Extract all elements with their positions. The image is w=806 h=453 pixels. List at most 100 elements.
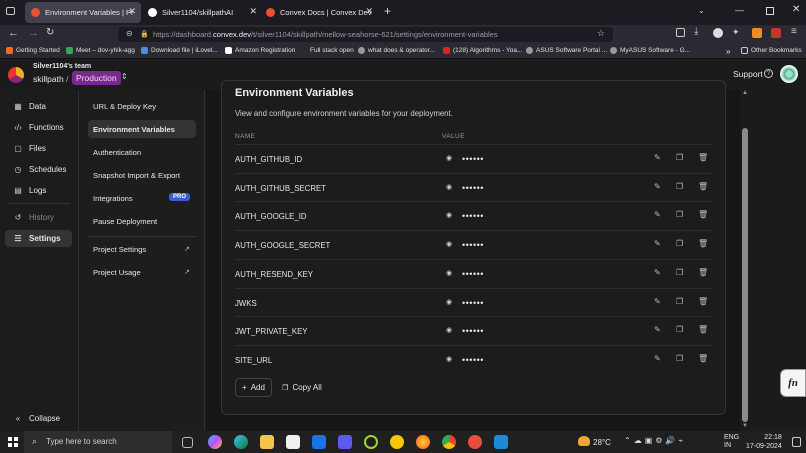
tab-overflow-chevron-icon[interactable]: ⌄ xyxy=(698,6,705,15)
edit-pencil-icon[interactable]: ✎ xyxy=(654,182,661,191)
delete-trash-icon[interactable]: 🗑 xyxy=(698,182,708,191)
edit-pencil-icon[interactable]: ✎ xyxy=(654,210,661,219)
show-value-eye-icon[interactable]: ◉ xyxy=(446,211,452,219)
show-value-eye-icon[interactable]: ◉ xyxy=(446,355,452,363)
show-value-eye-icon[interactable]: ◉ xyxy=(446,269,452,277)
weather-temp[interactable]: 28°C xyxy=(593,438,611,447)
url-bar[interactable]: ⊝ 🔒 https://dashboard. convex.dev/t/silve… xyxy=(118,27,613,42)
show-value-eye-icon[interactable]: ◉ xyxy=(446,154,452,162)
help-circle-icon[interactable]: ? xyxy=(764,69,773,78)
convex-logo-icon[interactable] xyxy=(8,67,24,83)
bookmark-star-icon[interactable]: ☆ xyxy=(597,28,605,39)
bookmark-amazon[interactable]: Amazon Registration xyxy=(225,47,295,54)
minimize-window-icon[interactable]: — xyxy=(735,5,744,15)
pen-app-icon[interactable] xyxy=(338,435,352,449)
edit-pencil-icon[interactable]: ✎ xyxy=(654,239,661,248)
sidebar-item-logs[interactable]: ▤ Logs xyxy=(5,182,72,199)
extension-red-icon[interactable] xyxy=(771,28,781,38)
scroll-down-arrow-icon[interactable]: ▼ xyxy=(742,423,748,429)
show-value-eye-icon[interactable]: ◉ xyxy=(446,240,452,248)
chat-app-icon[interactable] xyxy=(468,435,482,449)
edit-pencil-icon[interactable]: ✎ xyxy=(654,153,661,162)
maximize-window-icon[interactable] xyxy=(766,7,774,15)
copy-value-icon[interactable]: ❐ xyxy=(676,354,683,363)
store-icon[interactable] xyxy=(286,435,300,449)
windows-start-icon[interactable] xyxy=(8,437,18,447)
subnav-project-usage[interactable]: Project Usage ↗ xyxy=(88,263,196,281)
show-value-eye-icon[interactable]: ◉ xyxy=(446,298,452,306)
sidebar-item-schedules[interactable]: ◷ Schedules xyxy=(5,161,72,178)
edit-pencil-icon[interactable]: ✎ xyxy=(654,297,661,306)
scrollbar-thumb[interactable] xyxy=(742,128,748,422)
task-view-icon[interactable] xyxy=(182,437,193,448)
delete-trash-icon[interactable]: 🗑 xyxy=(698,239,708,248)
mail-icon[interactable] xyxy=(312,435,326,449)
copy-all-button[interactable]: ❐ Copy All xyxy=(278,378,326,397)
edge-icon[interactable] xyxy=(234,435,248,449)
delete-trash-icon[interactable]: 🗑 xyxy=(698,297,708,306)
copy-value-icon[interactable]: ❐ xyxy=(676,182,683,191)
firefox-taskbar-icon[interactable] xyxy=(416,435,430,449)
weather-icon[interactable] xyxy=(578,436,590,446)
copy-value-icon[interactable]: ❐ xyxy=(676,210,683,219)
sidebar-item-history[interactable]: ↺ History xyxy=(5,209,72,226)
bookmark-myasus[interactable]: MyASUS Software - G... xyxy=(610,47,690,54)
pocket-icon[interactable] xyxy=(676,28,685,37)
delete-trash-icon[interactable]: 🗑 xyxy=(698,325,708,334)
extension-b-icon[interactable] xyxy=(713,28,723,38)
sidebar-item-data[interactable]: ▦ Data xyxy=(5,98,72,115)
norton-icon[interactable] xyxy=(390,435,404,449)
support-link[interactable]: Support xyxy=(733,69,763,79)
close-window-icon[interactable]: ✕ xyxy=(792,4,800,15)
sidebar-item-functions[interactable]: ‹/› Functions xyxy=(5,119,72,136)
team-name[interactable]: Silver1104's team xyxy=(33,63,91,70)
clock[interactable]: 22:18 17-09-2024 xyxy=(746,433,782,451)
show-value-eye-icon[interactable]: ◉ xyxy=(446,183,452,191)
subnav-url-deploy-key[interactable]: URL & Deploy Key xyxy=(88,97,196,115)
add-button[interactable]: + Add xyxy=(235,378,272,397)
project-name[interactable]: skillpath xyxy=(33,74,64,84)
bookmark-full-stack-open[interactable]: Full stack open xyxy=(310,47,354,54)
tab-list-icon[interactable] xyxy=(6,7,15,15)
bookmarks-overflow-icon[interactable]: » xyxy=(726,47,730,56)
notifications-icon[interactable] xyxy=(792,437,801,447)
bookmark-operator[interactable]: what does & operator... xyxy=(358,47,435,54)
chrome-icon[interactable] xyxy=(442,435,456,449)
bookmark-download-file[interactable]: Download file | iLovel... xyxy=(141,47,218,54)
taskbar-search-box[interactable]: ⌕ Type here to search xyxy=(24,431,172,453)
copilot-icon[interactable] xyxy=(208,435,222,449)
back-icon[interactable]: ← xyxy=(8,27,19,39)
copy-value-icon[interactable]: ❐ xyxy=(676,325,683,334)
delete-trash-icon[interactable]: 🗑 xyxy=(698,153,708,162)
forward-icon[interactable]: → xyxy=(28,27,39,39)
copy-value-icon[interactable]: ❐ xyxy=(676,297,683,306)
bookmark-algorithms[interactable]: (128) Algorithms - Yoa... xyxy=(443,47,522,54)
reload-icon[interactable]: ↻ xyxy=(46,27,54,38)
close-tab-icon[interactable]: ✕ xyxy=(365,6,373,17)
tab-environment-variables[interactable]: Environment Variables | Prod | s ✕ xyxy=(25,2,141,23)
downloads-icon[interactable]: ⤓ xyxy=(694,26,698,37)
delete-trash-icon[interactable]: 🗑 xyxy=(698,268,708,277)
subnav-authentication[interactable]: Authentication xyxy=(88,143,196,161)
edit-pencil-icon[interactable]: ✎ xyxy=(654,354,661,363)
copy-value-icon[interactable]: ❐ xyxy=(676,268,683,277)
menu-icon[interactable]: ≡ xyxy=(791,26,797,37)
site-info-icon[interactable]: ⊝ xyxy=(126,29,133,38)
tab-github[interactable]: Silver1104/skillpathAI ✕ xyxy=(142,2,262,23)
tab-convex-docs[interactable]: Convex Docs | Convex Develop ✕ xyxy=(260,2,378,23)
close-tab-icon[interactable]: ✕ xyxy=(128,6,136,17)
edit-pencil-icon[interactable]: ✎ xyxy=(654,268,661,277)
page-scrollbar[interactable]: ▲ ▼ xyxy=(740,90,750,431)
delete-trash-icon[interactable]: 🗑 xyxy=(698,354,708,363)
sidebar-item-settings[interactable]: ☰ Settings xyxy=(5,230,72,247)
vscode-icon[interactable] xyxy=(494,435,508,449)
close-tab-icon[interactable]: ✕ xyxy=(249,6,257,17)
fn-button[interactable]: fn xyxy=(780,369,806,397)
bookmark-other[interactable]: Other Bookmarks xyxy=(741,47,802,54)
copy-value-icon[interactable]: ❐ xyxy=(676,239,683,248)
extensions-puzzle-icon[interactable]: ✦ xyxy=(732,27,740,38)
system-tray-icons[interactable]: ⌃☁▣⚙🔊⌁ xyxy=(624,436,686,445)
bookmark-asus-portal[interactable]: ASUS Software Portal ... xyxy=(526,47,607,54)
deployment-switch-chevron-icon[interactable]: ⇕ xyxy=(121,72,128,81)
subnav-environment-variables[interactable]: Environment Variables xyxy=(88,120,196,138)
